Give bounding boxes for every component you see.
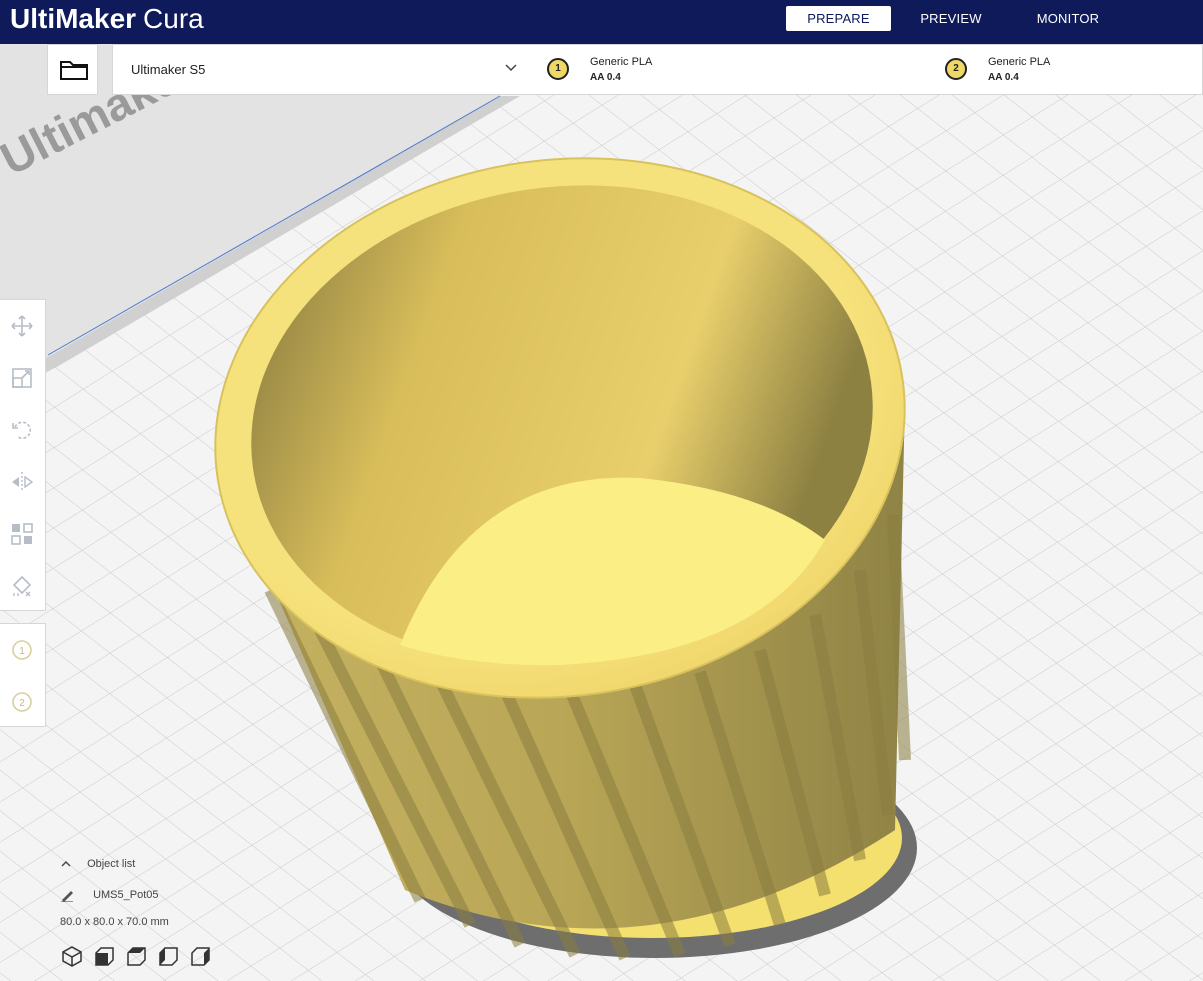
print-setup-selector[interactable]: 1 Generic PLA AA 0.4 2 Generic PLA AA 0.… — [531, 44, 1203, 95]
chevron-down-icon — [505, 64, 517, 72]
printer-name: Ultimaker S5 — [131, 62, 206, 77]
support-blocker-icon[interactable] — [10, 574, 34, 598]
mirror-icon[interactable] — [10, 470, 34, 494]
extruder-1-badge: 1 — [547, 58, 569, 80]
rotate-icon[interactable] — [10, 418, 34, 442]
object-dimensions: 80.0 x 80.0 x 70.0 mm — [60, 916, 169, 928]
extruder-1-material: Generic PLA — [590, 56, 653, 68]
extruder-2-badge: 2 — [945, 58, 967, 80]
tab-monitor[interactable]: MONITOR — [1022, 6, 1114, 31]
tab-preview[interactable]: PREVIEW — [905, 6, 997, 31]
extruder-2-material: Generic PLA — [988, 56, 1051, 68]
left-view-icon[interactable] — [156, 944, 180, 968]
pencil-icon — [61, 891, 73, 903]
extruder-1-config[interactable]: 1 Generic PLA AA 0.4 — [547, 45, 847, 96]
object-name: UMS5_Pot05 — [93, 888, 159, 901]
tool-panel — [0, 299, 46, 611]
per-model-settings-icon[interactable] — [10, 522, 34, 546]
3d-view-icon[interactable] — [60, 944, 84, 968]
tab-prepare[interactable]: PREPARE — [786, 6, 891, 31]
printer-selector[interactable]: Ultimaker S5 — [112, 44, 532, 95]
extruder-2-button[interactable]: 2 — [10, 690, 34, 714]
extruder-1-nozzle: AA 0.4 — [590, 72, 621, 83]
front-view-icon[interactable] — [92, 944, 116, 968]
scale-icon[interactable] — [10, 366, 34, 390]
move-icon[interactable] — [10, 314, 34, 338]
open-file-button[interactable] — [47, 44, 98, 95]
right-view-icon[interactable] — [188, 944, 212, 968]
view-orientation-buttons — [60, 944, 220, 970]
extruder-1-button[interactable]: 1 — [10, 638, 34, 662]
svg-text:1: 1 — [19, 646, 25, 657]
object-list-header: Object list — [87, 858, 136, 870]
folder-icon — [60, 61, 88, 80]
extruder-2-nozzle: AA 0.4 — [988, 72, 1019, 83]
3d-viewport[interactable]: Ultimaker — [0, 44, 1203, 981]
object-name-row[interactable]: UMS5_Pot05 — [60, 888, 159, 903]
chevron-up-icon — [61, 861, 71, 867]
svg-text:2: 2 — [19, 698, 25, 709]
extruder-2-config[interactable]: 2 Generic PLA AA 0.4 — [945, 45, 1185, 96]
extruder-selector-panel: 1 2 — [0, 623, 46, 727]
app-logo: UltiMaker Cura — [10, 3, 204, 34]
top-view-icon[interactable] — [124, 944, 148, 968]
header-bar: UltiMaker Cura PREPARE PREVIEW MONITOR — [0, 0, 1203, 44]
object-list-toggle[interactable]: Object list — [60, 858, 135, 870]
